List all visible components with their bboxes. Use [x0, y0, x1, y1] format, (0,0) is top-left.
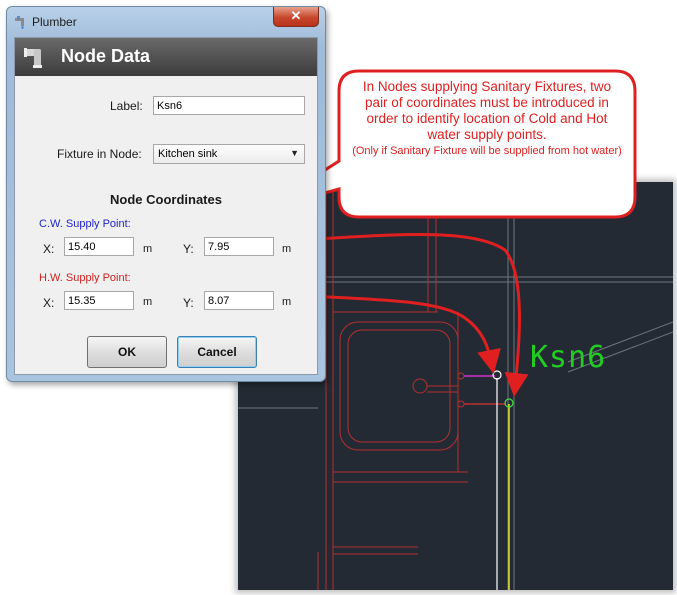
hw-y-caption: Y:	[183, 296, 194, 310]
cw-x-unit: m	[143, 243, 153, 255]
cw-x-input[interactable]	[64, 237, 134, 256]
label-caption: Label:	[110, 99, 143, 113]
cw-y-caption: Y:	[183, 242, 194, 256]
cw-arrow	[297, 233, 529, 397]
dialog-header: Node Data	[15, 38, 317, 76]
cancel-button[interactable]: Cancel	[177, 336, 257, 368]
pipe-fitting-icon	[24, 48, 42, 68]
hw-x-caption: X:	[43, 296, 55, 310]
dialog-heading: Node Data	[61, 46, 151, 66]
title-bar[interactable]: Plumber ✕	[7, 7, 325, 37]
cw-y-input[interactable]	[204, 237, 274, 256]
cw-caption: C.W. Supply Point:	[39, 218, 131, 230]
dialog-client-area: Node Data Label: Fixture in Node: Kitche…	[14, 37, 318, 375]
label-input[interactable]	[153, 96, 305, 115]
fixture-caption: Fixture in Node:	[57, 147, 142, 161]
faucet-icon	[15, 16, 24, 29]
hw-x-input[interactable]	[64, 291, 134, 310]
fixture-selected-value: Kitchen sink	[158, 148, 218, 160]
hw-y-unit: m	[282, 296, 292, 308]
fixture-dropdown[interactable]: Kitchen sink ▼	[153, 144, 305, 164]
hw-caption: H.W. Supply Point:	[39, 272, 131, 284]
ok-button[interactable]: OK	[87, 336, 167, 368]
close-button[interactable]: ✕	[273, 7, 319, 27]
close-icon: ✕	[290, 8, 302, 23]
cw-y-unit: m	[282, 243, 292, 255]
hw-x-unit: m	[143, 296, 153, 308]
hw-y-input[interactable]	[204, 291, 274, 310]
cw-x-caption: X:	[43, 242, 55, 256]
section-title: Node Coordinates	[110, 192, 222, 207]
chevron-down-icon: ▼	[290, 148, 299, 158]
node-data-dialog: Plumber ✕ Node Data Label: Fixture in No…	[6, 6, 326, 382]
window-title: Plumber	[32, 15, 77, 29]
